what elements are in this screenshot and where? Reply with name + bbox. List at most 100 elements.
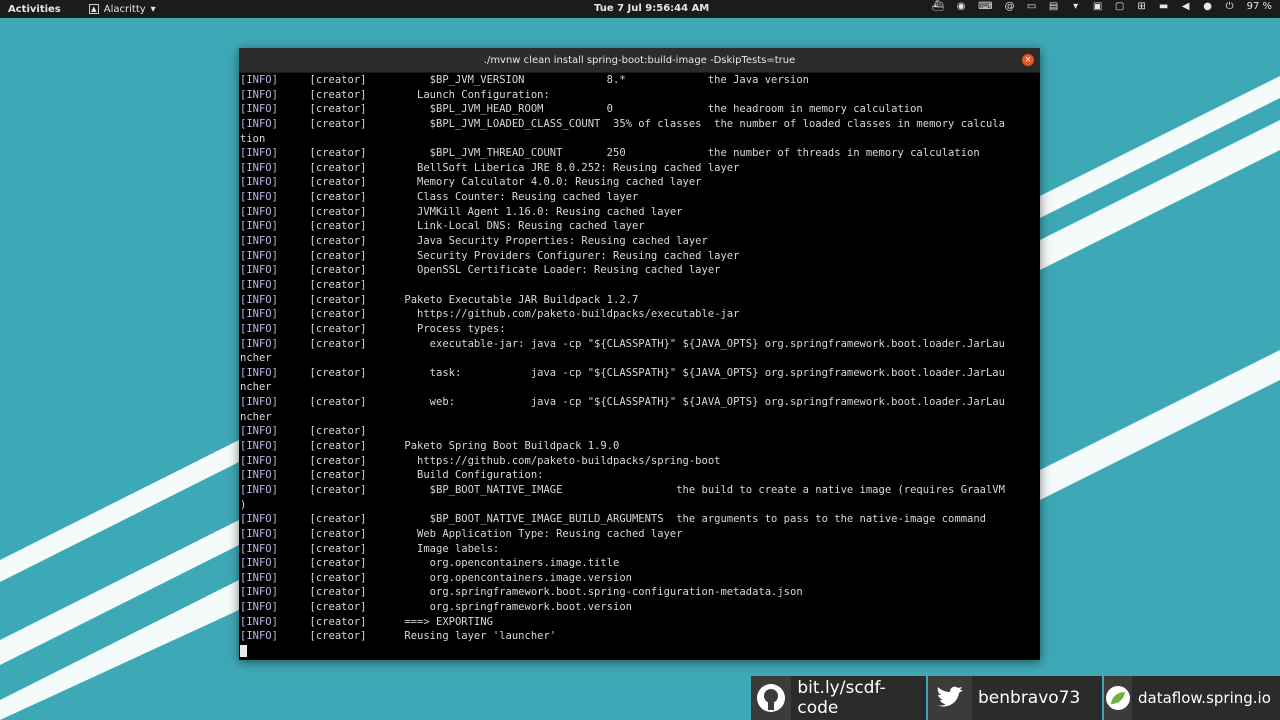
terminal-output[interactable]: [INFO] [creator] $BP_JVM_VERSION 8.* the… [239, 73, 1040, 659]
log-source: [creator] [309, 205, 367, 218]
keyboard-icon[interactable]: ⌨ [978, 1, 992, 12]
log-source: [creator] [309, 308, 367, 321]
log-source: [creator] [309, 366, 367, 379]
log-source: [creator] [309, 337, 367, 350]
log-source: [creator] [309, 615, 367, 628]
terminal-line: ncher [240, 351, 1040, 366]
terminal-line: [INFO] [creator] Web Application Type: R… [240, 527, 1040, 542]
app-menu-label: Alacritty [103, 3, 146, 15]
log-message: web: java -cp "${CLASSPATH}" ${JAVA_OPTS… [391, 396, 1005, 409]
docker-icon[interactable]: ⛴ [931, 1, 944, 12]
log-source: [creator] [309, 176, 367, 189]
log-message: org.opencontainers.image.title [391, 557, 620, 570]
log-level: [INFO] [240, 205, 278, 218]
top-bar: Activities ▲ Alacritty ▾ Tue 7 Jul 9:56:… [0, 0, 1280, 18]
log-level: [INFO] [240, 322, 278, 335]
terminal-line: [INFO] [creator] org.springframework.boo… [240, 600, 1040, 615]
battery-level[interactable]: 97 % [1247, 1, 1272, 12]
log-source: [creator] [309, 483, 367, 496]
system-tray: ⛴ ◉ ⌨ @ ▭ ▤ ▾ ▣ ▢ ⊞ ▬ ◀ ● ⏻ 97 % [931, 1, 1272, 12]
log-message: Link-Local DNS: Reusing cached layer [391, 220, 645, 233]
twitter-badge: benbravo73 [928, 676, 1102, 720]
ubuntu-icon[interactable]: ◉ [956, 1, 966, 12]
terminal-line: [INFO] [creator] org.opencontainers.imag… [240, 556, 1040, 571]
terminal-line: [INFO] [creator] $BPL_JVM_LOADED_CLASS_C… [240, 117, 1040, 132]
app-menu[interactable]: ▲ Alacritty ▾ [88, 3, 156, 15]
log-level: [INFO] [240, 454, 278, 467]
log-message: OpenSSL Certificate Loader: Reusing cach… [391, 264, 721, 277]
prompt-line[interactable] [240, 644, 1040, 659]
log-source: [creator] [309, 630, 367, 643]
log-message: ) [240, 498, 247, 511]
clipboard-icon[interactable]: ▤ [1049, 1, 1059, 12]
log-level: [INFO] [240, 469, 278, 482]
log-source: [creator] [309, 396, 367, 409]
terminal-line: [INFO] [creator] BellSoft Liberica JRE 8… [240, 161, 1040, 176]
log-source: [creator] [309, 440, 367, 453]
terminal-line: [INFO] [creator] Link-Local DNS: Reusing… [240, 219, 1040, 234]
terminal-window[interactable]: ./mvnw clean install spring-boot:build-i… [239, 48, 1040, 660]
mic-icon[interactable]: ● [1203, 1, 1213, 12]
log-source: [creator] [309, 469, 367, 482]
log-source: [creator] [309, 117, 367, 130]
terminal-line: ncher [240, 410, 1040, 425]
log-message: Launch Configuration: [391, 88, 550, 101]
log-source: [creator] [309, 571, 367, 584]
grid-icon[interactable]: ⊞ [1137, 1, 1147, 12]
log-message: https://github.com/paketo-buildpacks/spr… [391, 454, 721, 467]
terminal-line: [INFO] [creator] Java Security Propertie… [240, 234, 1040, 249]
log-level: [INFO] [240, 278, 278, 291]
terminal-line: ncher [240, 380, 1040, 395]
log-message: org.opencontainers.image.version [391, 571, 632, 584]
log-level: [INFO] [240, 147, 278, 160]
log-source: [creator] [309, 147, 367, 160]
close-icon[interactable]: × [1022, 54, 1034, 66]
clock[interactable]: Tue 7 Jul 9:56:44 AM [594, 3, 709, 14]
chevron-down-icon: ▾ [150, 3, 156, 15]
log-source: [creator] [309, 513, 367, 526]
terminal-line: [INFO] [creator] task: java -cp "${CLASS… [240, 366, 1040, 381]
log-level: [INFO] [240, 513, 278, 526]
twitter-handle: benbravo73 [978, 688, 1081, 708]
terminal-line: tion [240, 132, 1040, 147]
terminal-line: [INFO] [creator] Security Providers Conf… [240, 249, 1040, 264]
log-level: [INFO] [240, 117, 278, 130]
github-badge: bit.ly/scdf-code [751, 676, 926, 720]
terminal-line: [INFO] [creator] $BPL_JVM_HEAD_ROOM 0 th… [240, 102, 1040, 117]
activities-button[interactable]: Activities [8, 4, 61, 15]
log-source: [creator] [309, 601, 367, 614]
log-message: org.springframework.boot.spring-configur… [391, 586, 803, 599]
log-message: $BPL_JVM_THREAD_COUNT 250 the number of … [391, 147, 980, 160]
display-icon[interactable]: ▬ [1159, 1, 1169, 12]
terminal-line: [INFO] [creator] [240, 278, 1040, 293]
log-source: [creator] [309, 454, 367, 467]
log-message: Class Counter: Reusing cached layer [391, 191, 639, 204]
tray-arrow-icon[interactable]: ▾ [1071, 1, 1081, 12]
terminal-line: [INFO] [creator] $BP_JVM_VERSION 8.* the… [240, 73, 1040, 88]
log-message: Paketo Executable JAR Buildpack 1.2.7 [391, 293, 639, 306]
log-level: [INFO] [240, 293, 278, 306]
log-level: [INFO] [240, 249, 278, 262]
log-level: [INFO] [240, 542, 278, 555]
log-message: Web Application Type: Reusing cached lay… [391, 527, 683, 540]
box-icon[interactable]: ▣ [1093, 1, 1103, 12]
log-level: [INFO] [240, 161, 278, 174]
terminal-app-icon: ▲ [88, 4, 99, 14]
terminal-line: [INFO] [creator] https://github.com/pake… [240, 307, 1040, 322]
log-level: [INFO] [240, 483, 278, 496]
log-source: [creator] [309, 249, 367, 262]
terminal-line: [INFO] [creator] Launch Configuration: [240, 88, 1040, 103]
window-icon[interactable]: ▭ [1027, 1, 1037, 12]
power-icon[interactable]: ⏻ [1225, 1, 1235, 12]
window-titlebar[interactable]: ./mvnw clean install spring-boot:build-i… [239, 48, 1040, 73]
log-level: [INFO] [240, 601, 278, 614]
at-icon[interactable]: @ [1005, 1, 1015, 12]
log-level: [INFO] [240, 396, 278, 409]
terminal-line: [INFO] [creator] web: java -cp "${CLASSP… [240, 395, 1040, 410]
log-level: [INFO] [240, 103, 278, 116]
log-level: [INFO] [240, 264, 278, 277]
spring-badge: dataflow.spring.io [1104, 676, 1280, 720]
volume-icon[interactable]: ◀ [1181, 1, 1191, 12]
note-icon[interactable]: ▢ [1115, 1, 1125, 12]
log-level: [INFO] [240, 176, 278, 189]
